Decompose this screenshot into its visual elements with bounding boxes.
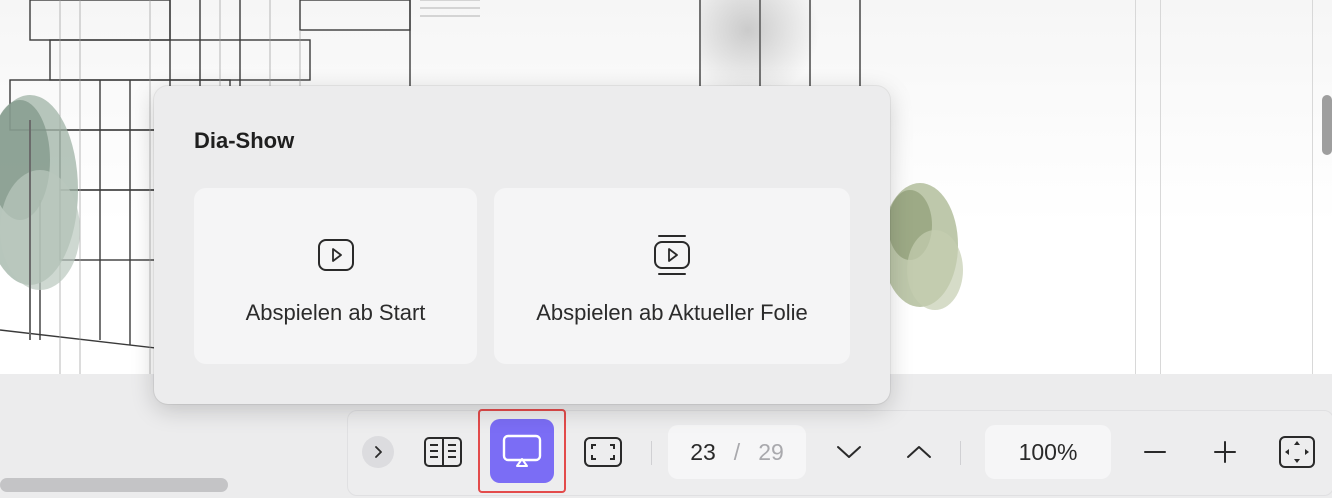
- page-separator: /: [733, 438, 741, 465]
- present-button[interactable]: [490, 419, 554, 483]
- current-page-number[interactable]: 23: [690, 439, 716, 466]
- fit-to-window-icon: [1279, 436, 1315, 468]
- chevron-up-icon: [907, 446, 931, 458]
- book-view-icon: [424, 437, 462, 467]
- chevron-right-icon: [375, 446, 382, 458]
- toolbar-divider: [651, 441, 652, 465]
- plus-icon: [1214, 441, 1236, 463]
- toolbar-divider: [960, 441, 961, 465]
- horizontal-scrollbar[interactable]: [0, 478, 228, 492]
- tree-left-image: [0, 95, 80, 340]
- sketch-shading: [700, 0, 820, 100]
- previous-slide-button[interactable]: [898, 429, 940, 475]
- tree-right-image: [882, 183, 963, 310]
- chevron-down-icon: [837, 446, 861, 458]
- book-view-button[interactable]: [418, 429, 468, 475]
- popover-title: Dia-Show: [194, 128, 295, 153]
- sketch-line: [1135, 0, 1136, 374]
- play-from-start-option[interactable]: Abspielen ab Start: [194, 188, 477, 364]
- fit-to-window-button[interactable]: [1274, 429, 1320, 475]
- zoom-level[interactable]: 100%: [985, 425, 1111, 479]
- page-indicator[interactable]: 23 / 29: [668, 425, 806, 479]
- zoom-in-button[interactable]: [1204, 429, 1246, 475]
- present-button-highlight: [478, 409, 566, 493]
- presentation-toolbar: 23 / 29 100%: [347, 409, 1332, 496]
- play-from-current-slide-label: Abspielen ab Aktueller Folie: [536, 300, 808, 325]
- vertical-scrollbar[interactable]: [1322, 95, 1332, 155]
- present-icon: [502, 434, 542, 467]
- minus-icon: [1144, 451, 1166, 453]
- total-pages: 29: [758, 438, 784, 465]
- play-from-start-label: Abspielen ab Start: [245, 300, 426, 325]
- collapse-toolbar-button[interactable]: [362, 436, 394, 468]
- fullscreen-button[interactable]: [578, 429, 628, 475]
- fullscreen-icon: [584, 437, 622, 467]
- play-from-current-slide-option[interactable]: Abspielen ab Aktueller Folie: [494, 188, 850, 364]
- zoom-out-button[interactable]: [1134, 429, 1176, 475]
- slideshow-popover: Dia-Show Abspielen ab Start Abspielen ab…: [154, 86, 890, 404]
- sketch-line: [1160, 0, 1161, 374]
- next-slide-button[interactable]: [828, 429, 870, 475]
- sketch-line: [1312, 0, 1313, 374]
- play-icon: [317, 239, 354, 271]
- play-current-slide-icon: [654, 235, 690, 275]
